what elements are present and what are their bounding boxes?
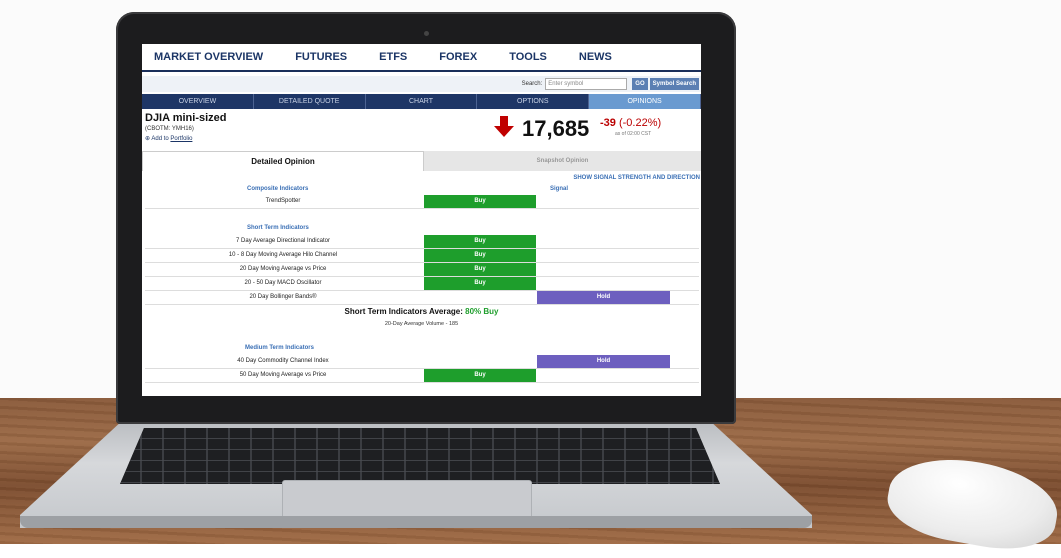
search-bar: Search: Enter symbol GO Symbol Search — [142, 76, 701, 92]
as-of-time: as of 02:00 CST — [615, 131, 652, 137]
buy-signal: Buy — [424, 369, 536, 382]
hold-signal: Hold — [537, 355, 670, 368]
short-term-header: Short Term Indicators — [247, 225, 309, 231]
average-label: Short Term Indicators Average: — [344, 307, 463, 316]
tab-detailed-quote[interactable]: DETAILED QUOTE — [254, 94, 366, 109]
indicator-name: 10 - 8 Day Moving Average Hilo Channel — [228, 252, 338, 258]
buy-signal: Buy — [424, 249, 536, 262]
change-value: -39 — [600, 117, 616, 129]
instrument-symbol: (CBOTM: YMH16) — [145, 126, 194, 132]
nav-futures[interactable]: FUTURES — [295, 51, 347, 63]
indicator-name: 7 Day Average Directional Indicator — [236, 238, 330, 244]
add-to-portfolio[interactable]: ⊕ Add to Portfolio — [145, 135, 192, 142]
average-volume: 20-Day Average Volume - 185 — [384, 321, 459, 327]
nav-news[interactable]: NEWS — [579, 51, 612, 63]
indicator-name: 20 Day Bollinger Bands® — [249, 294, 317, 300]
down-arrow-icon — [494, 116, 514, 137]
change-percent: (-0.22%) — [618, 117, 662, 129]
signal-header: Signal — [550, 186, 569, 192]
indicator-name: 40 Day Commodity Channel Index — [237, 358, 329, 364]
tab-snapshot-opinion[interactable]: Snapshot Opinion — [424, 151, 701, 171]
add-to-label: Add to — [151, 136, 169, 142]
short-term-average: Short Term Indicators Average: 80% Buy — [142, 307, 701, 316]
laptop-screen: MARKET OVERVIEW FUTURES ETFS FOREX TOOLS… — [142, 44, 701, 396]
opinion-table: Composite Indicators Signal TrendSpotter… — [142, 181, 701, 383]
quote-header: DJIA mini-sized (CBOTM: YMH16) ⊕ Add to … — [142, 109, 701, 149]
indicator-name: TrendSpotter — [265, 198, 301, 204]
top-nav: MARKET OVERVIEW FUTURES ETFS FOREX TOOLS… — [142, 44, 701, 72]
table-row: 20 Day Moving Average vs Price Buy — [145, 263, 699, 277]
table-row: 50 Day Moving Average vs Price Buy — [145, 369, 699, 383]
portfolio-link[interactable]: Portfolio — [170, 136, 192, 142]
table-row: 20 Day Bollinger Bands® Hold — [145, 291, 699, 305]
table-row: TrendSpotter Buy — [145, 195, 699, 209]
search-label: Search: — [521, 81, 543, 87]
plus-icon: ⊕ — [145, 136, 151, 142]
table-row: 10 - 8 Day Moving Average Hilo Channel B… — [145, 249, 699, 263]
nav-forex[interactable]: FOREX — [439, 51, 477, 63]
opinion-tabs: Detailed Opinion Snapshot Opinion — [142, 151, 701, 171]
nav-tools[interactable]: TOOLS — [509, 51, 547, 63]
buy-signal: Buy — [424, 235, 536, 248]
tab-overview[interactable]: OVERVIEW — [142, 94, 254, 109]
tab-options[interactable]: OPTIONS — [477, 94, 590, 109]
sub-tabs: OVERVIEW DETAILED QUOTE CHART OPTIONS OP… — [142, 94, 701, 109]
table-row: 20 - 50 Day MACD Oscillator Buy — [145, 277, 699, 291]
medium-term-header: Medium Term Indicators — [245, 345, 314, 351]
hold-signal: Hold — [537, 291, 670, 304]
nav-market-overview[interactable]: MARKET OVERVIEW — [154, 51, 263, 63]
price-change: -39 (-0.22%) — [600, 117, 661, 129]
instrument-name: DJIA mini-sized — [145, 112, 227, 124]
indicator-name: 20 - 50 Day MACD Oscillator — [244, 280, 322, 286]
tab-opinions[interactable]: OPINIONS — [589, 94, 701, 109]
keyboard-rows — [120, 428, 720, 484]
laptop-base-front — [20, 516, 812, 528]
tab-detailed-opinion[interactable]: Detailed Opinion — [142, 151, 424, 171]
buy-signal: Buy — [424, 195, 536, 208]
average-value: 80% Buy — [465, 307, 499, 316]
nav-etfs[interactable]: ETFS — [379, 51, 407, 63]
buy-signal: Buy — [424, 263, 536, 276]
table-row: 40 Day Commodity Channel Index Hold — [145, 355, 699, 369]
tab-chart[interactable]: CHART — [366, 94, 478, 109]
buy-signal: Buy — [424, 277, 536, 290]
composite-header: Composite Indicators — [247, 186, 309, 192]
search-input[interactable]: Enter symbol — [545, 78, 628, 90]
go-button[interactable]: GO — [632, 78, 648, 90]
table-row: 7 Day Average Directional Indicator Buy — [145, 235, 699, 249]
indicator-name: 20 Day Moving Average vs Price — [239, 266, 327, 272]
indicator-name: 50 Day Moving Average vs Price — [239, 372, 327, 378]
camera-icon — [424, 31, 429, 36]
symbol-search-button[interactable]: Symbol Search — [649, 78, 699, 90]
last-price: 17,685 — [522, 116, 590, 141]
